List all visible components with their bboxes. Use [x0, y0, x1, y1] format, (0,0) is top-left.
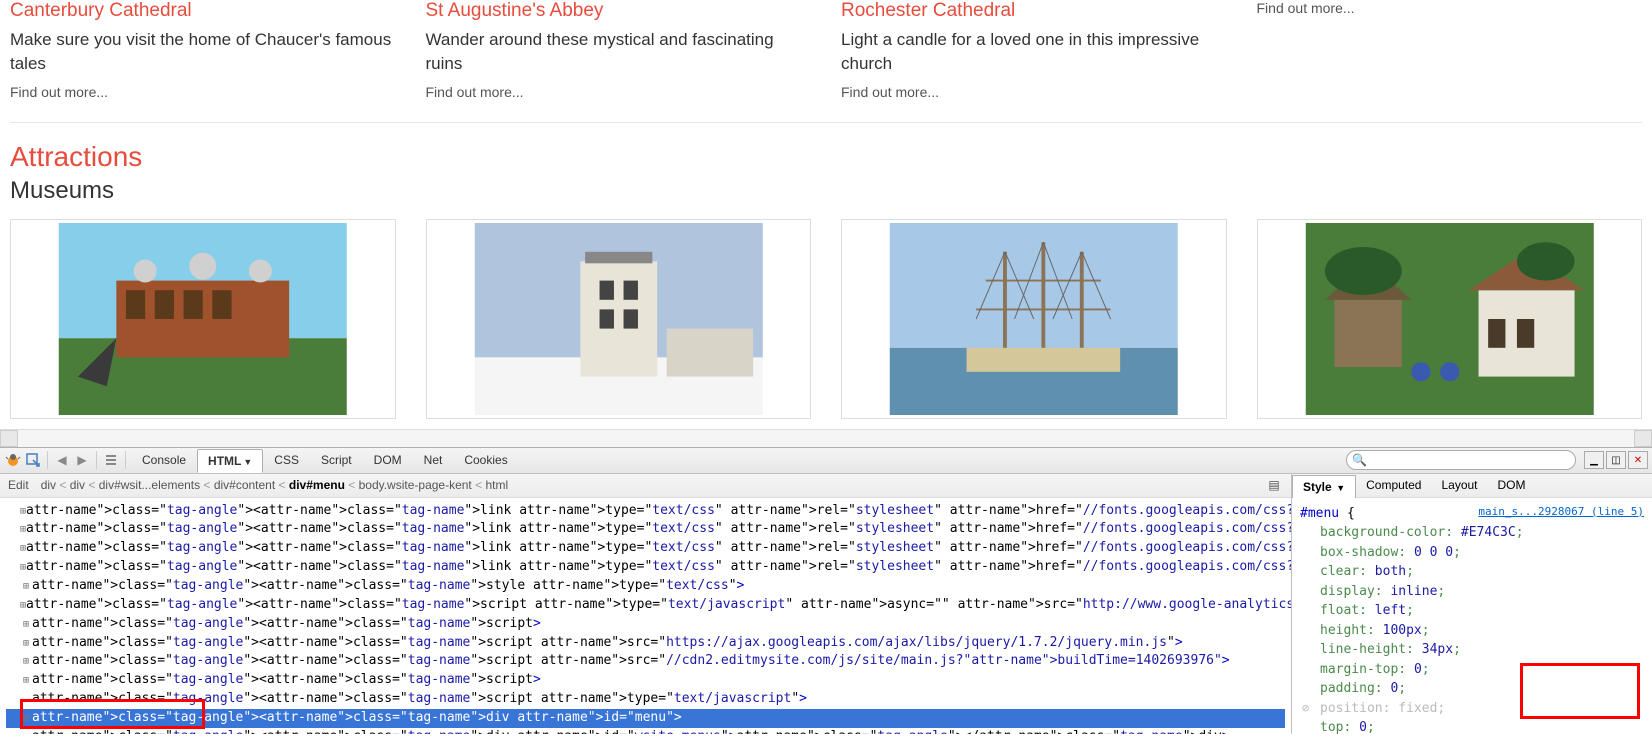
firebug-tab-net[interactable]: Net	[413, 448, 454, 472]
card-title-link[interactable]: Canterbury Cathedral	[10, 0, 192, 21]
html-tree-node[interactable]: ⊞attr-name">class="tag-angle"><attr-name…	[6, 634, 1285, 653]
breadcrumb-item[interactable]: div	[41, 478, 56, 492]
firebug-tab-cookies[interactable]: Cookies	[453, 448, 518, 472]
html-tree-node[interactable]: ⊞attr-name">class="tag-angle"><attr-name…	[6, 596, 1285, 615]
close-button[interactable]: ✕	[1628, 451, 1648, 469]
section-subtitle: Museums	[10, 177, 1642, 205]
css-property[interactable]: line-height: 34px;	[1300, 640, 1644, 660]
scroll-indicator-icon[interactable]: ▤	[1265, 476, 1283, 494]
html-tree-node[interactable]: ⊞attr-name">class="tag-angle"><attr-name…	[6, 671, 1285, 690]
scroll-right-button[interactable]	[1634, 430, 1652, 447]
expand-twisty-icon[interactable]: ⊞	[20, 655, 32, 670]
firebug-tab-html[interactable]: HTML▼	[197, 449, 263, 473]
style-panel-tab-style[interactable]: Style ▼	[1292, 475, 1356, 498]
firebug-tab-dom[interactable]: DOM	[363, 448, 413, 472]
html-tree-node[interactable]: ⊞attr-name">class="tag-angle"><attr-name…	[6, 502, 1285, 521]
museum-image[interactable]	[841, 219, 1227, 419]
horizontal-scrollbar[interactable]	[0, 429, 1652, 447]
firebug-panel: ◀ ▶ ConsoleHTML▼CSSScriptDOMNetCookies 🔍…	[0, 447, 1652, 734]
card-title-link[interactable]: St Augustine's Abbey	[426, 0, 604, 21]
html-tree-node[interactable]: attr-name">class="tag-angle"><attr-name"…	[6, 690, 1285, 709]
html-tree-node[interactable]: ⊞attr-name">class="tag-angle"><attr-name…	[6, 709, 1285, 728]
museum-image[interactable]	[1257, 219, 1643, 419]
disabled-icon: ⊘	[1302, 699, 1309, 717]
breadcrumb-item[interactable]: body.wsite-page-kent	[359, 478, 472, 492]
firebug-bug-icon[interactable]	[4, 451, 22, 469]
breadcrumb-item[interactable]: div	[70, 478, 85, 492]
firebug-tab-script[interactable]: Script	[310, 448, 363, 472]
firebug-breadcrumb: Edit div < div < div#wsit...elements < d…	[0, 474, 1291, 498]
css-property[interactable]: top: 0;	[1300, 718, 1644, 734]
find-out-link[interactable]: Find out more...	[10, 84, 108, 100]
scroll-left-button[interactable]	[0, 430, 18, 447]
divider	[10, 122, 1642, 123]
card-desc: Make sure you visit the home of Chaucer'…	[10, 28, 396, 76]
attraction-card: St Augustine's Abbey Wander around these…	[426, 0, 812, 102]
breadcrumb-item[interactable]: div#wsit...elements	[99, 478, 200, 492]
back-icon[interactable]: ◀	[53, 451, 71, 469]
forward-icon[interactable]: ▶	[73, 451, 91, 469]
expand-twisty-icon[interactable]: ⊞	[20, 637, 32, 652]
firebug-tab-console[interactable]: Console	[131, 448, 197, 472]
edit-button[interactable]: Edit	[8, 478, 29, 492]
expand-twisty-icon[interactable]: ⊞	[20, 580, 32, 595]
section-title: Attractions	[10, 141, 1642, 173]
css-rules-panel[interactable]: #menu {main_s...2928067 (line 5)backgrou…	[1292, 498, 1652, 734]
find-out-link[interactable]: Find out more...	[1257, 0, 1643, 16]
expand-twisty-icon[interactable]: ⊞	[20, 674, 32, 689]
expand-twisty-icon[interactable]: ⊞	[20, 618, 32, 633]
css-property[interactable]: box-shadow: 0 0 0;	[1300, 543, 1644, 563]
html-tree-node[interactable]: ⊞attr-name">class="tag-angle"><attr-name…	[6, 652, 1285, 671]
html-tree-node[interactable]: ⊞attr-name">class="tag-angle"><attr-name…	[6, 615, 1285, 634]
attraction-card: Rochester Cathedral Light a candle for a…	[841, 0, 1227, 102]
style-panel-tabs: Style ▼ComputedLayoutDOM	[1292, 474, 1652, 498]
html-tree[interactable]: ⊞attr-name">class="tag-angle"><attr-name…	[0, 498, 1291, 734]
firebug-search: 🔍	[1346, 450, 1576, 470]
style-panel-tab-computed[interactable]: Computed	[1356, 474, 1431, 496]
firebug-tab-css[interactable]: CSS	[263, 448, 310, 472]
css-property[interactable]: padding: 0;	[1300, 679, 1644, 699]
firebug-toolbar: ◀ ▶ ConsoleHTML▼CSSScriptDOMNetCookies 🔍…	[0, 448, 1652, 474]
firebug-search-input[interactable]	[1346, 450, 1576, 470]
css-property[interactable]: ⊘position: fixed;	[1300, 699, 1644, 719]
museum-image[interactable]	[10, 219, 396, 419]
css-property[interactable]: float: left;	[1300, 601, 1644, 621]
css-source-link[interactable]: main_s...2928067 (line 5)	[1478, 504, 1644, 524]
style-panel-tab-layout[interactable]: Layout	[1431, 474, 1487, 496]
detach-button[interactable]: ◫	[1606, 451, 1626, 469]
html-tree-node[interactable]: attr-name">class="tag-angle"><attr-name"…	[6, 728, 1285, 734]
css-property[interactable]: display: inline;	[1300, 582, 1644, 602]
breadcrumb-item[interactable]: div#content	[214, 478, 275, 492]
attraction-card: Find out more...	[1257, 0, 1643, 102]
breadcrumb-item[interactable]: html	[485, 478, 508, 492]
card-desc: Light a candle for a loved one in this i…	[841, 28, 1227, 76]
css-property[interactable]: height: 100px;	[1300, 621, 1644, 641]
card-title-link[interactable]: Rochester Cathedral	[841, 0, 1015, 21]
panel-menu-icon[interactable]	[102, 451, 120, 469]
html-tree-node[interactable]: ⊞attr-name">class="tag-angle"><attr-name…	[6, 577, 1285, 596]
attraction-card: Canterbury Cathedral Make sure you visit…	[10, 0, 396, 102]
expand-twisty-icon[interactable]: ⊞	[20, 712, 32, 727]
find-out-link[interactable]: Find out more...	[426, 84, 524, 100]
css-property[interactable]: margin-top: 0;	[1300, 660, 1644, 680]
html-tree-node[interactable]: ⊞attr-name">class="tag-angle"><attr-name…	[6, 520, 1285, 539]
search-icon: 🔍	[1352, 453, 1367, 467]
html-tree-node[interactable]: ⊞attr-name">class="tag-angle"><attr-name…	[6, 558, 1285, 577]
minimize-button[interactable]: ▁	[1584, 451, 1604, 469]
css-property[interactable]: background-color: #E74C3C;	[1300, 523, 1644, 543]
card-desc: Wander around these mystical and fascina…	[426, 28, 812, 76]
find-out-link[interactable]: Find out more...	[841, 84, 939, 100]
breadcrumb-item[interactable]: div#menu	[289, 478, 345, 492]
css-property[interactable]: clear: both;	[1300, 562, 1644, 582]
inspect-icon[interactable]	[24, 451, 42, 469]
style-panel-tab-dom[interactable]: DOM	[1488, 474, 1536, 496]
html-tree-node[interactable]: ⊞attr-name">class="tag-angle"><attr-name…	[6, 539, 1285, 558]
museum-image[interactable]	[426, 219, 812, 419]
